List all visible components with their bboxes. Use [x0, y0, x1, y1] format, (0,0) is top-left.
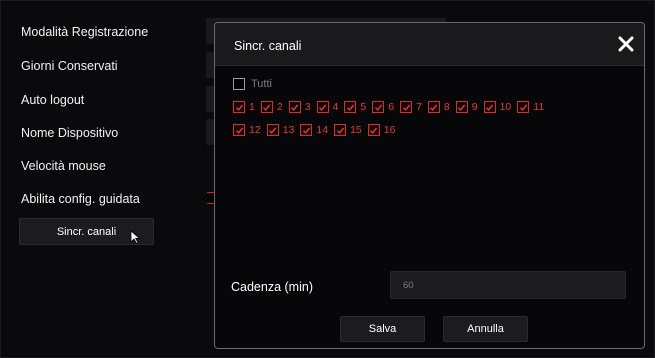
- mouse-cursor-icon: [130, 230, 141, 244]
- checkmark-icon: [519, 104, 527, 111]
- channel-checkbox[interactable]: [316, 101, 329, 113]
- checkmark-icon: [319, 104, 327, 111]
- channel-checkbox[interactable]: [427, 101, 440, 113]
- channel-checkbox[interactable]: [233, 101, 245, 113]
- channel-checkbox[interactable]: [233, 124, 245, 136]
- checkmark-icon: [374, 104, 382, 111]
- channel-checkbox[interactable]: [455, 101, 468, 113]
- checkmark-icon: [263, 104, 271, 111]
- channel-checkbox[interactable]: [300, 124, 313, 136]
- checkmark-icon: [235, 127, 243, 134]
- channel-checkbox[interactable]: [344, 101, 357, 113]
- channel-item[interactable]: 5: [344, 101, 366, 113]
- dialog-header: Sincr. canali: [215, 23, 644, 66]
- checkmark-icon: [235, 104, 243, 111]
- checkmark-icon: [302, 127, 311, 134]
- channel-checkbox[interactable]: [288, 101, 301, 113]
- channel-label: 8: [443, 101, 450, 113]
- select-all-label: Tutti: [251, 78, 272, 90]
- channel-item[interactable]: 6: [372, 101, 394, 113]
- cadence-input[interactable]: [390, 271, 626, 299]
- checkmark-icon: [269, 127, 277, 134]
- channel-checkbox[interactable]: [266, 124, 279, 136]
- channels-row-1: 1 2 3 4 5 6 7 8 9 10 11: [233, 101, 550, 113]
- channel-label: 3: [304, 101, 311, 113]
- channel-label: 10: [499, 101, 512, 113]
- checkmark-icon: [370, 127, 378, 134]
- channel-label: 16: [383, 124, 396, 136]
- channel-label: 2: [276, 101, 283, 113]
- channel-checkbox[interactable]: [260, 101, 273, 113]
- channel-label: 11: [533, 101, 545, 113]
- checkmark-icon: [486, 104, 494, 111]
- setting-label-auto-logout: Auto logout: [21, 93, 85, 107]
- screen: Modalità Registrazione Giorni Conservati…: [0, 0, 655, 358]
- channel-checkbox[interactable]: [400, 101, 413, 113]
- channel-checkbox[interactable]: [372, 101, 385, 113]
- cancel-button[interactable]: Annulla: [443, 316, 528, 342]
- channel-item[interactable]: 9: [455, 101, 478, 113]
- channel-item[interactable]: 16: [367, 124, 396, 136]
- sync-channels-dialog: Sincr. canali Tutti 1 2 3 4 5 6 7 8 9 10 11 12 13 14…: [214, 22, 645, 349]
- cadence-label: Cadenza (min): [231, 280, 313, 294]
- channel-label: 15: [350, 124, 362, 136]
- channel-item[interactable]: 11: [517, 101, 544, 113]
- channel-label: 13: [282, 124, 295, 136]
- dialog-title: Sincr. canali: [234, 39, 302, 53]
- channel-label: 6: [388, 101, 395, 113]
- checkmark-icon: [346, 104, 355, 111]
- checkmark-icon: [458, 104, 466, 111]
- channel-item[interactable]: 8: [427, 101, 450, 113]
- checkmark-icon: [402, 104, 410, 111]
- checkmark-icon: [291, 104, 299, 111]
- channel-label: 12: [249, 124, 261, 136]
- setting-label-device-name: Nome Dispositivo: [21, 126, 119, 140]
- channel-checkbox[interactable]: [334, 124, 347, 136]
- channels-row-2: 12 13 14 15 16: [233, 124, 401, 136]
- select-all-checkbox[interactable]: [233, 78, 245, 90]
- settings-panel: Modalità Registrazione Giorni Conservati…: [1, 1, 211, 358]
- channel-label: 9: [471, 101, 478, 113]
- channel-checkbox[interactable]: [367, 124, 380, 136]
- channel-item[interactable]: 14: [300, 124, 328, 136]
- channel-label: 5: [360, 101, 367, 113]
- setting-label-days-kept: Giorni Conservati: [21, 59, 118, 73]
- select-all-row[interactable]: Tutti: [233, 78, 272, 90]
- channel-label: 14: [316, 124, 329, 136]
- channel-item[interactable]: 12: [233, 124, 261, 136]
- save-button[interactable]: Salva: [340, 316, 425, 342]
- setting-label-recording-mode: Modalità Registrazione: [21, 25, 149, 39]
- channel-item[interactable]: 10: [483, 101, 512, 113]
- channel-item[interactable]: 4: [316, 101, 339, 113]
- channel-label: 7: [416, 101, 422, 113]
- setting-label-mouse-speed: Velocità mouse: [21, 159, 106, 173]
- channel-item[interactable]: 2: [260, 101, 283, 113]
- setting-label-guided-config: Abilita config. guidata: [21, 192, 140, 206]
- channel-item[interactable]: 13: [266, 124, 295, 136]
- checkmark-icon: [430, 104, 438, 111]
- channel-label: 1: [249, 101, 255, 113]
- channel-checkbox[interactable]: [517, 101, 530, 113]
- channel-item[interactable]: 7: [400, 101, 422, 113]
- channel-checkbox[interactable]: [483, 101, 496, 113]
- checkmark-icon: [336, 127, 344, 134]
- channel-item[interactable]: 1: [233, 101, 255, 113]
- channel-label: 4: [332, 101, 339, 113]
- close-icon[interactable]: [617, 35, 635, 53]
- channel-item[interactable]: 15: [334, 124, 362, 136]
- channel-item[interactable]: 3: [288, 101, 311, 113]
